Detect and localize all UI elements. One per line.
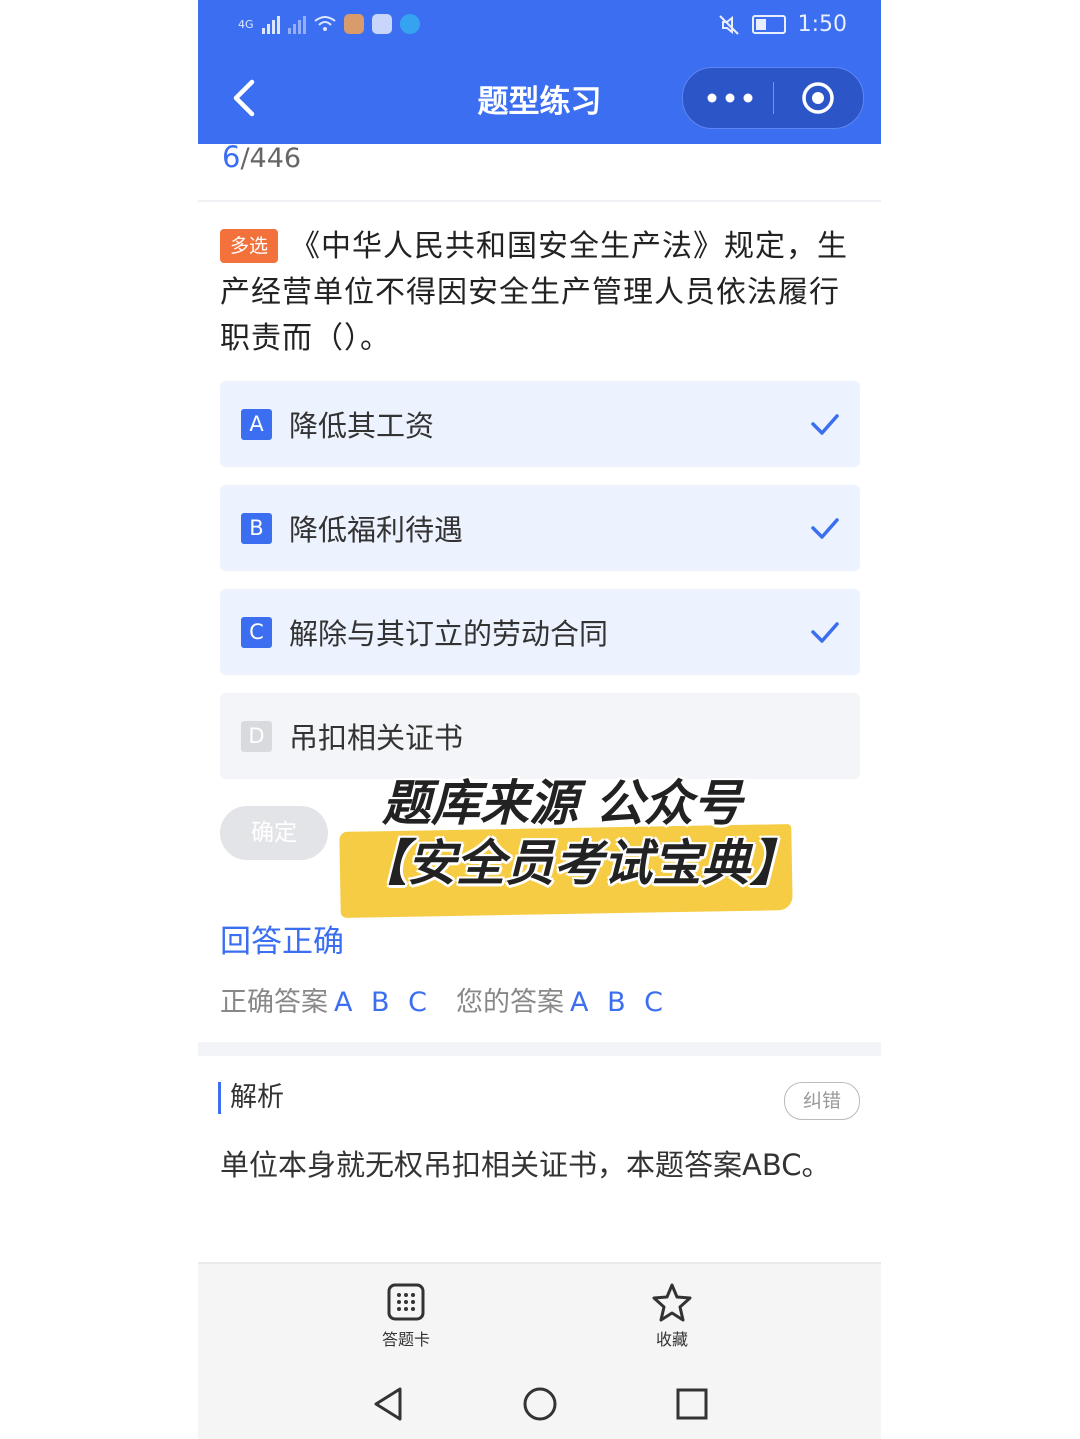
option-text: 降低其工资 [289,409,435,443]
status-right: 1:50 [718,12,847,37]
status-time: 1:50 [797,12,847,37]
question-text: 《中华人民共和国安全生产法》规定，生产经营单位不得因安全生产管理人员依法履行职责… [220,229,849,356]
answer-summary: 正确答案 A B C 您的答案 A B C [220,980,668,1019]
options-list: A 降低其工资 B 降低福利待遇 C 解除与其订立的劳动合同 D 吊扣相关证书 [220,381,860,797]
watermark-line-2: 【安全员考试宝典】 [358,834,800,892]
top-bar: 4G 1:50 题型练习 [198,0,881,144]
checkmark-icon [811,414,839,435]
option-a[interactable]: A 降低其工资 [220,381,860,467]
wifi-icon [313,16,336,31]
explanation-text: 单位本身就无权吊扣相关证书，本题答案ABC。 [220,1148,831,1182]
signal-2-icon [287,14,306,34]
option-letter: D [241,721,272,752]
favorite-button[interactable]: 收藏 [612,1282,732,1350]
your-answer-value: A B C [570,987,669,1018]
question-progress: 6/446 [222,140,301,174]
confirm-button[interactable]: 确定 [220,806,328,860]
section-divider [198,1042,881,1056]
bottom-nav: 答题卡 收藏 [198,1262,881,1439]
watermark-overlay: 题库来源 公众号 【安全员考试宝典】 [338,762,808,922]
star-icon [652,1283,692,1322]
option-text: 解除与其订立的劳动合同 [289,617,609,651]
option-text: 降低福利待遇 [289,513,464,547]
report-error-button[interactable]: 纠错 [784,1082,860,1120]
system-recents-icon[interactable] [672,1384,712,1424]
app-notification-icon [343,14,364,34]
divider [198,200,881,202]
question-type-tag: 多选 [220,229,279,263]
message-notification-icon [371,14,392,34]
correct-answer-value: A B C [334,987,433,1018]
mini-program-capsule [682,67,864,129]
answer-card-button[interactable]: 答题卡 [346,1282,466,1350]
option-b[interactable]: B 降低福利待遇 [220,485,860,571]
status-bar: 4G 1:50 [198,0,881,52]
option-letter: C [241,617,272,648]
capsule-divider [773,82,774,114]
phone-screen: 4G 1:50 题型练习 6/446 多选 《中华人民共和国安全生产法》规定，生… [198,0,881,1439]
more-dots-icon[interactable] [705,84,755,112]
answer-result: 回答正确 [220,924,344,960]
question-stem: 多选 《中华人民共和国安全生产法》规定，生产经营单位不得因安全生产管理人员依法履行… [220,224,860,362]
mute-icon [718,14,739,35]
system-back-icon[interactable] [370,1384,410,1424]
your-answer-label: 您的答案 [456,987,565,1018]
favorite-label: 收藏 [655,1330,688,1349]
correct-answer-label: 正确答案 [220,987,328,1018]
grid-card-icon [387,1283,425,1321]
option-letter: A [241,409,272,440]
system-home-icon[interactable] [520,1384,560,1424]
progress-current: 6 [222,140,241,174]
option-letter: B [241,513,272,544]
signal-icon [261,14,280,34]
network-type: 4G [238,17,254,31]
explanation-title: 解析 [218,1082,284,1114]
answer-card-label: 答题卡 [381,1330,430,1349]
target-circle-icon[interactable] [801,81,835,115]
battery-icon [751,15,786,34]
checkmark-icon [811,518,839,539]
checkmark-icon [811,622,839,643]
progress-total: /446 [240,143,302,174]
option-c[interactable]: C 解除与其订立的劳动合同 [220,589,860,675]
shield-icon [399,14,420,34]
option-text: 吊扣相关证书 [289,721,464,755]
status-left: 4G [238,14,420,34]
